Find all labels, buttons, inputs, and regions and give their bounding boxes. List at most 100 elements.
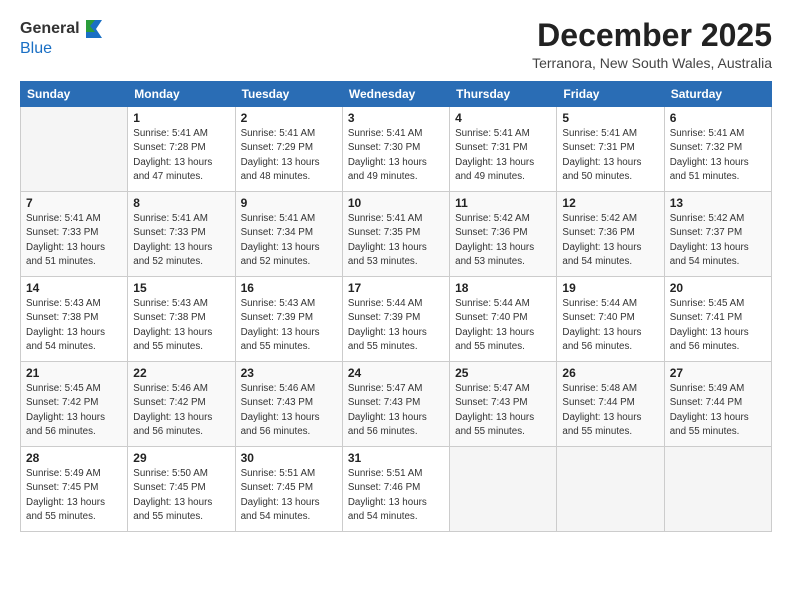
calendar-cell: 7Sunrise: 5:41 AMSunset: 7:33 PMDaylight… [21,192,128,277]
daylight-line1: Daylight: 13 hours [133,326,229,340]
sunset-text: Sunset: 7:41 PM [670,311,766,325]
daylight-line2: and 55 minutes. [562,425,658,439]
calendar-cell: 5Sunrise: 5:41 AMSunset: 7:31 PMDaylight… [557,107,664,192]
calendar-cell: 1Sunrise: 5:41 AMSunset: 7:28 PMDaylight… [128,107,235,192]
daylight-line2: and 56 minutes. [348,425,444,439]
day-number: 12 [562,196,658,210]
sunset-text: Sunset: 7:38 PM [26,311,122,325]
sunset-text: Sunset: 7:42 PM [26,396,122,410]
daylight-line2: and 55 minutes. [670,425,766,439]
daylight-line2: and 48 minutes. [241,170,337,184]
calendar-cell: 21 Sunrise: 5:45 AMSunset: 7:42 PMDayligh… [21,362,128,447]
sunset-text: Sunset: 7:43 PM [455,396,551,410]
day-number: 8 [133,196,229,210]
day-info: Sunrise: 5:42 AMSunset: 7:36 PMDaylight:… [562,212,658,269]
daylight-line2: and 54 minutes. [670,255,766,269]
page: General Blue December 2025 Terranora, Ne… [0,0,792,612]
day-number: 21 [26,366,122,380]
day-number: 11 [455,196,551,210]
sunrise-text: Sunrise: 5:50 AM [133,467,229,481]
sunrise-text: Sunrise: 5:44 AM [455,297,551,311]
sunrise-text: Sunrise: 5:41 AM [348,212,444,226]
daylight-line2: and 55 minutes. [133,510,229,524]
calendar-cell: 26Sunrise: 5:48 AMSunset: 7:44 PMDayligh… [557,362,664,447]
daylight-line1: Daylight: 13 hours [348,156,444,170]
day-info: Sunrise: 5:51 AMSunset: 7:45 PMDaylight:… [241,467,337,524]
day-info: Sunrise: 5:44 AMSunset: 7:40 PMDaylight:… [562,297,658,354]
day-info: Sunrise: 5:47 AMSunset: 7:43 PMDaylight:… [455,382,551,439]
sunset-text: Sunset: 7:35 PM [348,226,444,240]
calendar-week-row: 28Sunrise: 5:49 AMSunset: 7:45 PMDayligh… [21,447,772,532]
day-info: Sunrise: 5:49 AMSunset: 7:44 PMDaylight:… [670,382,766,439]
daylight-line2: and 56 minutes. [562,340,658,354]
sunrise-text: Sunrise: 5:47 AM [455,382,551,396]
calendar-cell: 24Sunrise: 5:47 AMSunset: 7:43 PMDayligh… [342,362,449,447]
daylight-line2: and 56 minutes. [670,340,766,354]
calendar-cell: 2Sunrise: 5:41 AMSunset: 7:29 PMDaylight… [235,107,342,192]
daylight-line2: and 56 minutes. [133,425,229,439]
day-info: Sunrise: 5:41 AMSunset: 7:28 PMDaylight:… [133,127,229,184]
sunrise-text: Sunrise: 5:49 AM [26,467,122,481]
daylight-line1: Daylight: 13 hours [26,496,122,510]
sunset-text: Sunset: 7:33 PM [26,226,122,240]
calendar-week-row: 7Sunrise: 5:41 AMSunset: 7:33 PMDaylight… [21,192,772,277]
day-number: 22 [133,366,229,380]
day-info: Sunrise: 5:45 AMSunset: 7:42 PMDaylight:… [26,382,122,439]
calendar-cell: 23Sunrise: 5:46 AMSunset: 7:43 PMDayligh… [235,362,342,447]
sunset-text: Sunset: 7:34 PM [241,226,337,240]
day-info: Sunrise: 5:41 AMSunset: 7:33 PMDaylight:… [133,212,229,269]
day-info: Sunrise: 5:47 AMSunset: 7:43 PMDaylight:… [348,382,444,439]
sunrise-text: Sunrise: 5:42 AM [562,212,658,226]
sunset-text: Sunset: 7:39 PM [241,311,337,325]
daylight-line1: Daylight: 13 hours [670,411,766,425]
day-number: 19 [562,281,658,295]
sunrise-text: Sunrise: 5:43 AM [241,297,337,311]
sunset-text: Sunset: 7:46 PM [348,481,444,495]
day-number: 14 [26,281,122,295]
day-number: 3 [348,111,444,125]
calendar-cell: 6Sunrise: 5:41 AMSunset: 7:32 PMDaylight… [664,107,771,192]
daylight-line1: Daylight: 13 hours [562,241,658,255]
column-header-sunday: Sunday [21,82,128,107]
daylight-line1: Daylight: 13 hours [26,411,122,425]
day-info: Sunrise: 5:41 AMSunset: 7:31 PMDaylight:… [562,127,658,184]
sunset-text: Sunset: 7:38 PM [133,311,229,325]
day-number: 15 [133,281,229,295]
calendar-cell: 22Sunrise: 5:46 AMSunset: 7:42 PMDayligh… [128,362,235,447]
sunrise-text: Sunrise: 5:51 AM [348,467,444,481]
calendar-cell: 11Sunrise: 5:42 AMSunset: 7:36 PMDayligh… [450,192,557,277]
sunrise-text: Sunrise: 5:49 AM [670,382,766,396]
logo: General Blue [20,18,104,58]
day-info: Sunrise: 5:41 AMSunset: 7:35 PMDaylight:… [348,212,444,269]
daylight-line1: Daylight: 13 hours [241,156,337,170]
column-header-wednesday: Wednesday [342,82,449,107]
day-number: 16 [241,281,337,295]
daylight-line2: and 49 minutes. [348,170,444,184]
sunset-text: Sunset: 7:36 PM [562,226,658,240]
sunset-text: Sunset: 7:29 PM [241,141,337,155]
day-info: Sunrise: 5:43 AMSunset: 7:39 PMDaylight:… [241,297,337,354]
daylight-line2: and 55 minutes. [241,340,337,354]
daylight-line1: Daylight: 13 hours [562,326,658,340]
daylight-line1: Daylight: 13 hours [241,496,337,510]
day-info: Sunrise: 5:46 AMSunset: 7:43 PMDaylight:… [241,382,337,439]
sunset-text: Sunset: 7:45 PM [133,481,229,495]
daylight-line2: and 53 minutes. [348,255,444,269]
day-info: Sunrise: 5:50 AMSunset: 7:45 PMDaylight:… [133,467,229,524]
day-info: Sunrise: 5:44 AMSunset: 7:40 PMDaylight:… [455,297,551,354]
calendar-cell: 15Sunrise: 5:43 AMSunset: 7:38 PMDayligh… [128,277,235,362]
calendar-cell: 31Sunrise: 5:51 AMSunset: 7:46 PMDayligh… [342,447,449,532]
calendar-cell [557,447,664,532]
day-number: 30 [241,451,337,465]
calendar-cell: 29Sunrise: 5:50 AMSunset: 7:45 PMDayligh… [128,447,235,532]
day-info: Sunrise: 5:48 AMSunset: 7:44 PMDaylight:… [562,382,658,439]
daylight-line2: and 54 minutes. [348,510,444,524]
calendar-week-row: 21 Sunrise: 5:45 AMSunset: 7:42 PMDayligh… [21,362,772,447]
daylight-line2: and 53 minutes. [455,255,551,269]
sunrise-text: Sunrise: 5:41 AM [133,212,229,226]
calendar-table: SundayMondayTuesdayWednesdayThursdayFrid… [20,81,772,532]
calendar-cell: 3Sunrise: 5:41 AMSunset: 7:30 PMDaylight… [342,107,449,192]
day-info: Sunrise: 5:41 AMSunset: 7:31 PMDaylight:… [455,127,551,184]
calendar-cell: 17Sunrise: 5:44 AMSunset: 7:39 PMDayligh… [342,277,449,362]
sunset-text: Sunset: 7:43 PM [241,396,337,410]
